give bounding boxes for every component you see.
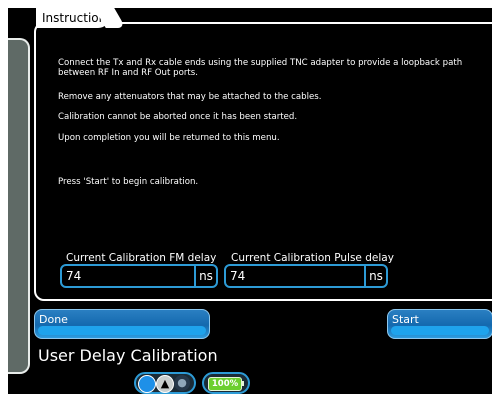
battery-indicator: 100%: [202, 372, 250, 394]
fm-delay-value: 74: [66, 269, 82, 283]
pulse-delay-value: 74: [230, 269, 246, 283]
fm-delay-label: Current Calibration FM delay: [66, 252, 217, 264]
instruction-text: Calibration cannot be aborted once it ha…: [58, 112, 298, 122]
instruction-text: Remove any attenuators that may be attac…: [58, 92, 322, 102]
fm-delay-field[interactable]: 74 ns: [60, 264, 218, 288]
done-button[interactable]: Done: [34, 309, 210, 339]
start-button[interactable]: Start: [387, 309, 492, 339]
screen: Instructions Connect the Tx and Rx cable…: [8, 8, 492, 394]
status-indicators[interactable]: ▲ ●: [134, 372, 196, 394]
battery-icon: 100%: [208, 377, 242, 391]
pulse-delay-unit: ns: [364, 266, 386, 286]
fm-delay-unit: ns: [194, 266, 216, 286]
side-panel-tab[interactable]: [8, 38, 30, 374]
page-title: User Delay Calibration: [38, 346, 218, 365]
instruction-text: Press 'Start' to begin calibration.: [58, 177, 199, 187]
pulse-delay-label: Current Calibration Pulse delay: [231, 252, 394, 264]
blue-circle-icon: [138, 375, 156, 393]
tab-instructions[interactable]: Instructions: [36, 8, 112, 28]
instruction-text: Upon completion you will be returned to …: [58, 133, 280, 143]
info-dim-icon: ●: [174, 375, 190, 391]
battery-tip: [241, 381, 244, 386]
instruction-text: Connect the Tx and Rx cable ends using t…: [58, 58, 463, 78]
info-icon: ▲: [156, 375, 174, 393]
pulse-delay-field[interactable]: 74 ns: [224, 264, 388, 288]
